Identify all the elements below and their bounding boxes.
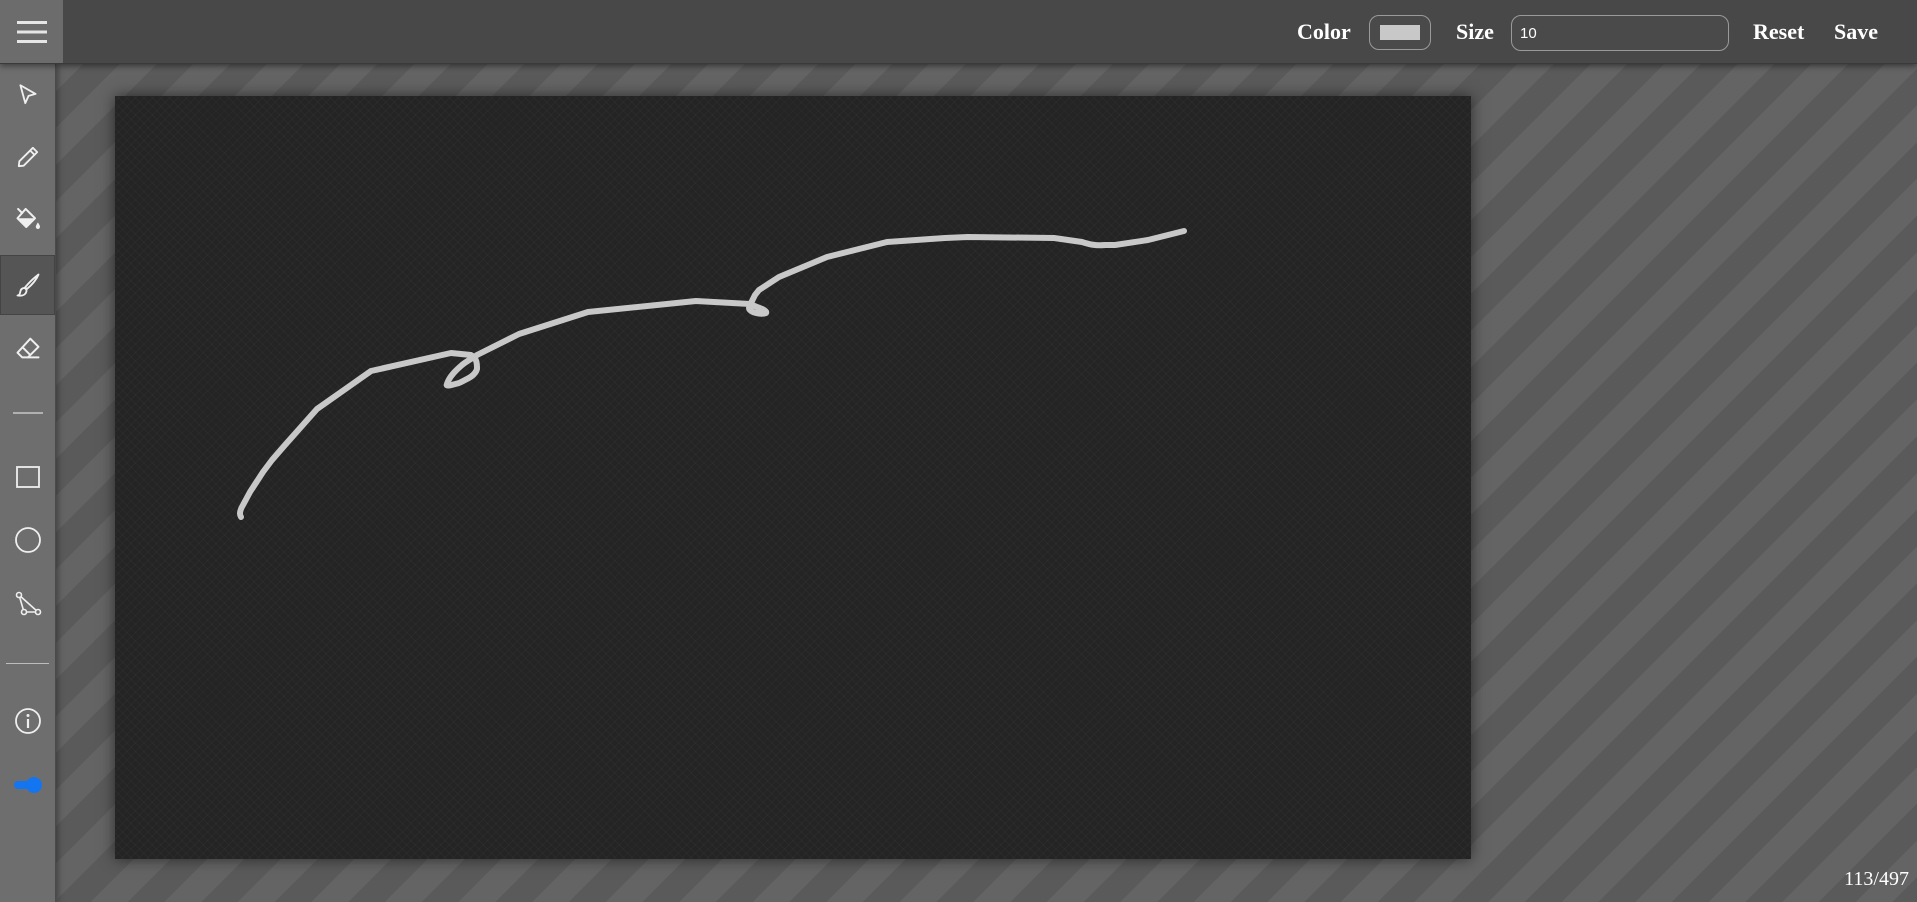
size-input[interactable] bbox=[1511, 15, 1729, 51]
tool-sidebar bbox=[0, 64, 56, 902]
tool-eraser[interactable] bbox=[0, 318, 55, 378]
eraser-icon bbox=[16, 337, 39, 359]
reset-button[interactable]: Reset bbox=[1753, 18, 1804, 46]
canvas-drawing-layer bbox=[236, 228, 1187, 520]
tool-fill[interactable] bbox=[0, 190, 55, 250]
tool-brush[interactable] bbox=[0, 255, 55, 315]
pencil-icon bbox=[17, 146, 38, 168]
paint-bucket-icon bbox=[16, 207, 40, 229]
color-label: Color bbox=[1297, 19, 1351, 44]
size-label: Size bbox=[1456, 19, 1494, 44]
tool-line[interactable] bbox=[0, 383, 55, 443]
tool-info[interactable] bbox=[0, 691, 55, 751]
info-icon bbox=[14, 708, 41, 734]
line-icon bbox=[12, 412, 43, 414]
tool-pencil[interactable] bbox=[0, 127, 55, 187]
toggle-icon bbox=[13, 777, 42, 793]
pointer-icon bbox=[18, 84, 37, 105]
page-counter: 113/497 bbox=[1844, 868, 1909, 890]
hamburger-icon bbox=[16, 20, 47, 43]
polygon-icon bbox=[15, 591, 41, 616]
tool-toggle[interactable] bbox=[0, 755, 55, 815]
circle-icon bbox=[14, 527, 41, 553]
sidebar-divider bbox=[6, 663, 49, 664]
drawing-canvas[interactable] bbox=[115, 96, 1471, 859]
brush-icon bbox=[16, 273, 39, 297]
menu-button[interactable] bbox=[0, 0, 63, 63]
tool-circle[interactable] bbox=[0, 510, 55, 570]
tool-select[interactable] bbox=[0, 65, 55, 125]
tool-polygon[interactable] bbox=[0, 574, 55, 634]
color-picker-button[interactable] bbox=[1369, 15, 1431, 50]
brush-stroke bbox=[236, 228, 1187, 520]
save-button[interactable]: Save bbox=[1834, 18, 1878, 46]
top-toolbar: Color Size Reset Save bbox=[0, 0, 1917, 64]
rectangle-icon bbox=[15, 466, 40, 488]
tool-rectangle[interactable] bbox=[0, 447, 55, 507]
color-swatch bbox=[1380, 25, 1420, 40]
